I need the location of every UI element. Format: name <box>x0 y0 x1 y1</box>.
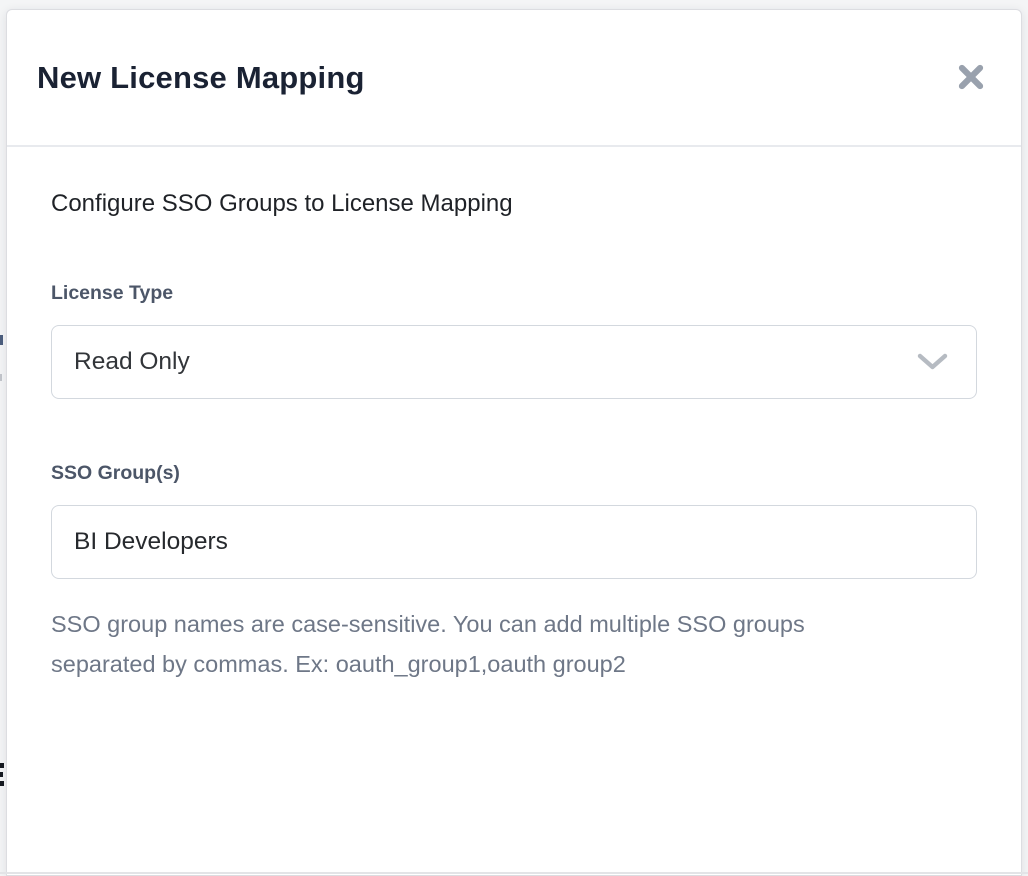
dialog-title: New License Mapping <box>37 60 365 96</box>
license-type-select[interactable]: Read Only <box>51 325 977 399</box>
background-list-icon <box>0 763 4 768</box>
background-artifact <box>0 335 3 345</box>
background-list-icon <box>0 781 4 786</box>
license-type-label: License Type <box>51 281 977 305</box>
close-icon <box>955 61 987 93</box>
sso-groups-help-text: SSO group names are case-sensitive. You … <box>51 604 909 684</box>
chevron-down-icon <box>917 353 948 372</box>
background-list-icon <box>0 772 3 777</box>
background-artifact <box>0 374 2 381</box>
new-license-mapping-dialog: New License Mapping Configure SSO Groups… <box>6 9 1022 876</box>
license-type-selected-value: Read Only <box>52 348 190 376</box>
close-button[interactable] <box>947 53 995 101</box>
dialog-header: New License Mapping <box>7 10 1021 147</box>
sso-groups-label: SSO Group(s) <box>51 461 977 485</box>
viewport-bottom-divider <box>0 872 1028 874</box>
sso-groups-input[interactable] <box>51 505 977 579</box>
dialog-description: Configure SSO Groups to License Mapping <box>51 189 977 219</box>
dialog-body: Configure SSO Groups to License Mapping … <box>7 147 1021 684</box>
